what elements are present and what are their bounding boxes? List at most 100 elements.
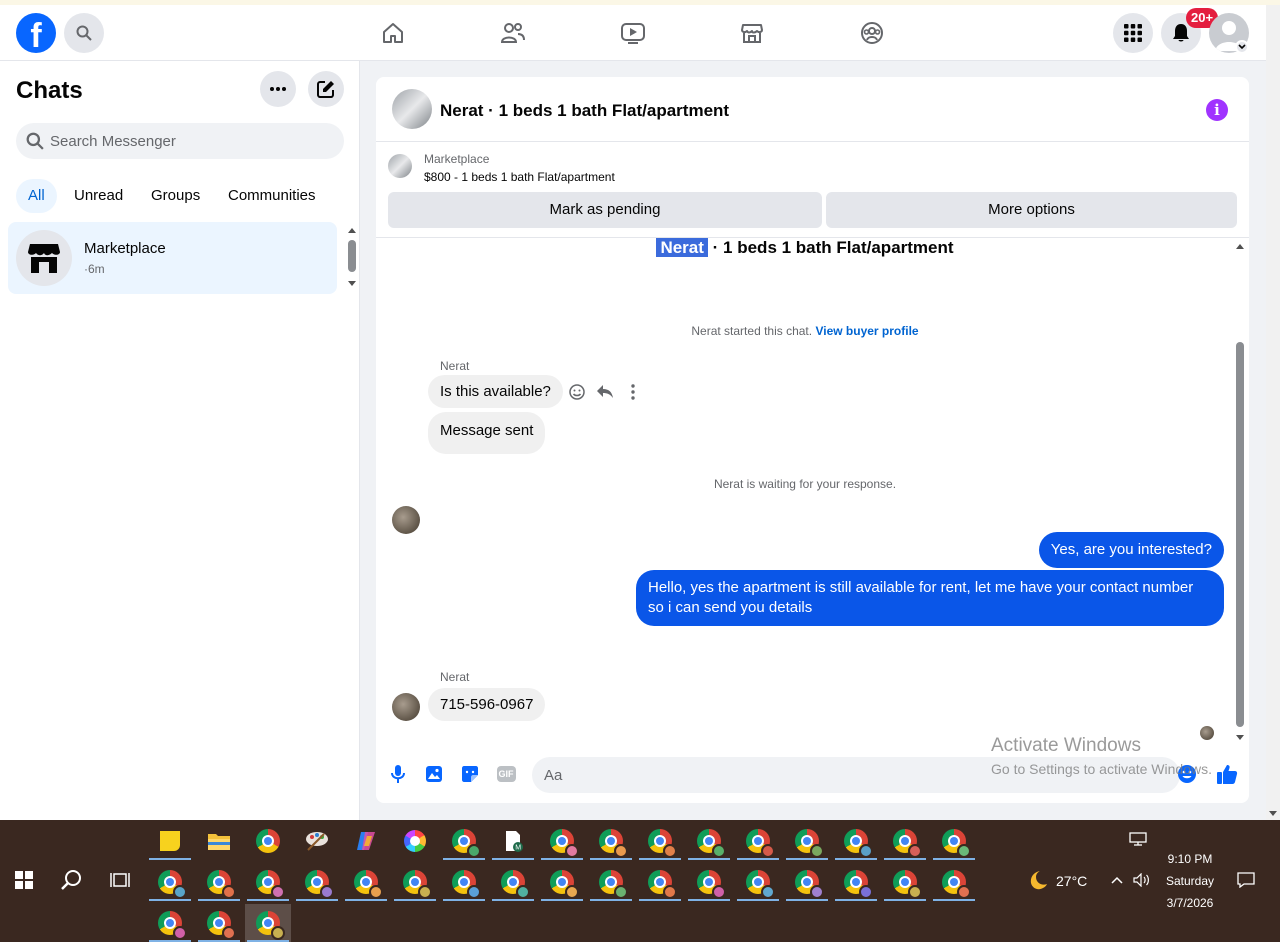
scroll-up-arrow-icon[interactable] <box>1236 244 1244 249</box>
chrome-profile-window[interactable] <box>637 822 683 860</box>
chat-list-item-marketplace[interactable]: Marketplace ·6m <box>8 222 337 294</box>
chrome-profile-window[interactable] <box>784 822 830 860</box>
chrome-profile-window[interactable] <box>735 822 781 860</box>
sidebar-scrollbar[interactable] <box>346 226 358 288</box>
page-scrollbar[interactable] <box>1266 5 1280 820</box>
chrome-profile-window[interactable] <box>686 863 732 901</box>
info-icon[interactable]: i <box>1206 99 1228 121</box>
copilot-app[interactable] <box>343 822 389 860</box>
taskbar-search-button[interactable] <box>49 861 95 899</box>
sidebar-scroll-thumb[interactable] <box>348 240 356 272</box>
outgoing-message[interactable]: Yes, are you interested? <box>1038 532 1224 568</box>
mark-as-pending-button[interactable]: Mark as pending <box>388 192 822 228</box>
video-nav-button[interactable] <box>619 19 647 47</box>
chrome-profile-window[interactable] <box>245 863 291 901</box>
message-input[interactable] <box>544 757 1144 793</box>
chrome-profile-window[interactable] <box>931 822 977 860</box>
facebook-logo-icon[interactable]: f <box>16 13 56 53</box>
chrome-profile-window[interactable] <box>931 863 977 901</box>
filter-tab-all[interactable]: All <box>16 179 57 213</box>
home-nav-button[interactable] <box>379 19 407 47</box>
photos-app[interactable] <box>392 822 438 860</box>
chrome-profile-window[interactable] <box>196 863 242 901</box>
emoji-button[interactable] <box>1176 763 1198 785</box>
document-app[interactable]: M <box>490 822 536 860</box>
chrome-profile-window[interactable] <box>735 863 781 901</box>
search-messenger[interactable] <box>16 123 344 159</box>
sender-avatar[interactable] <box>392 506 420 534</box>
temperature-text[interactable]: 27°C <box>1056 873 1087 889</box>
thread-scrollbar[interactable] <box>1234 242 1246 742</box>
chrome-profile-window[interactable] <box>588 863 634 901</box>
incoming-message[interactable]: Message sent <box>428 412 546 454</box>
chrome-profile-window[interactable] <box>637 863 683 901</box>
chrome-profile-window[interactable] <box>784 863 830 901</box>
chrome-profile-window[interactable] <box>588 822 634 860</box>
paint-app[interactable] <box>294 822 340 860</box>
sticker-button[interactable] <box>459 763 481 785</box>
filter-tab-communities[interactable]: Communities <box>216 179 328 213</box>
volume-button[interactable] <box>1130 861 1154 899</box>
task-view-button[interactable] <box>97 861 143 899</box>
chrome-profile-window[interactable] <box>147 863 193 901</box>
menu-button[interactable] <box>1113 13 1153 53</box>
friends-nav-button[interactable] <box>499 19 527 47</box>
chrome-profile-window[interactable] <box>882 863 928 901</box>
start-button[interactable] <box>1 861 47 899</box>
clock-date[interactable]: 3/7/2026 <box>1160 896 1220 910</box>
search-messenger-input[interactable] <box>50 132 330 150</box>
more-options-button[interactable]: More options <box>826 192 1237 228</box>
outgoing-message[interactable]: Hello, yes the apartment is still availa… <box>636 570 1224 626</box>
attach-photo-button[interactable] <box>423 763 445 785</box>
chrome-profile-window[interactable] <box>392 863 438 901</box>
voice-clip-button[interactable] <box>387 763 409 785</box>
conversation-title[interactable]: Nerat · 1 beds 1 bath Flat/apartment <box>440 101 729 121</box>
sticky-notes-app[interactable] <box>147 822 193 860</box>
chrome-profile-window[interactable] <box>343 863 389 901</box>
thread-scroll-thumb[interactable] <box>1236 342 1244 727</box>
chrome-profile-window[interactable] <box>441 822 487 860</box>
chrome-profile-window[interactable] <box>539 863 585 901</box>
chrome-profile-window[interactable] <box>441 863 487 901</box>
new-message-button[interactable] <box>308 71 344 107</box>
marketplace-nav-button[interactable] <box>738 19 766 47</box>
chrome-app[interactable] <box>245 822 291 860</box>
filter-tab-groups[interactable]: Groups <box>139 179 212 213</box>
message-input-box[interactable] <box>532 757 1180 793</box>
chrome-profile-window[interactable] <box>539 822 585 860</box>
scroll-down-arrow-icon[interactable] <box>348 281 356 286</box>
scroll-down-arrow-icon[interactable] <box>1236 735 1244 740</box>
filter-tab-unread[interactable]: Unread <box>62 179 135 213</box>
clock-day[interactable]: Saturday <box>1160 874 1220 888</box>
incoming-message[interactable]: 715-596-0967 <box>428 688 546 721</box>
chrome-profile-window[interactable] <box>147 904 193 942</box>
chrome-profile-window[interactable] <box>196 904 242 942</box>
incoming-message[interactable]: Is this available? <box>428 375 563 408</box>
chrome-profile-window-active[interactable] <box>245 904 291 942</box>
chrome-profile-window[interactable] <box>686 822 732 860</box>
file-explorer-app[interactable] <box>196 822 242 860</box>
react-button[interactable] <box>568 383 586 401</box>
show-hidden-icons-button[interactable] <box>1105 861 1129 899</box>
chrome-profile-window[interactable] <box>294 863 340 901</box>
scroll-up-arrow-icon[interactable] <box>348 228 356 233</box>
notification-center-button[interactable] <box>1228 861 1264 899</box>
scroll-down-arrow-icon[interactable] <box>1269 811 1277 816</box>
network-tray-button[interactable] <box>1118 824 1158 854</box>
more-message-options-button[interactable] <box>624 383 642 401</box>
listing-thumbnail[interactable] <box>388 154 412 178</box>
listing-price-title[interactable]: $800 - 1 beds 1 bath Flat/apartment <box>424 170 615 184</box>
account-chevron[interactable] <box>1235 40 1249 54</box>
groups-nav-button[interactable] <box>858 19 886 47</box>
listing-avatar[interactable] <box>392 89 432 129</box>
weather-button[interactable] <box>1020 861 1054 899</box>
chrome-profile-window[interactable] <box>833 863 879 901</box>
chrome-profile-window[interactable] <box>882 822 928 860</box>
chrome-profile-window[interactable] <box>833 822 879 860</box>
chrome-profile-window[interactable] <box>490 863 536 901</box>
sender-avatar[interactable] <box>392 693 420 721</box>
chat-options-button[interactable] <box>260 71 296 107</box>
view-buyer-profile-link[interactable]: View buyer profile <box>815 324 918 338</box>
search-button[interactable] <box>64 13 104 53</box>
reply-button[interactable] <box>596 383 614 401</box>
